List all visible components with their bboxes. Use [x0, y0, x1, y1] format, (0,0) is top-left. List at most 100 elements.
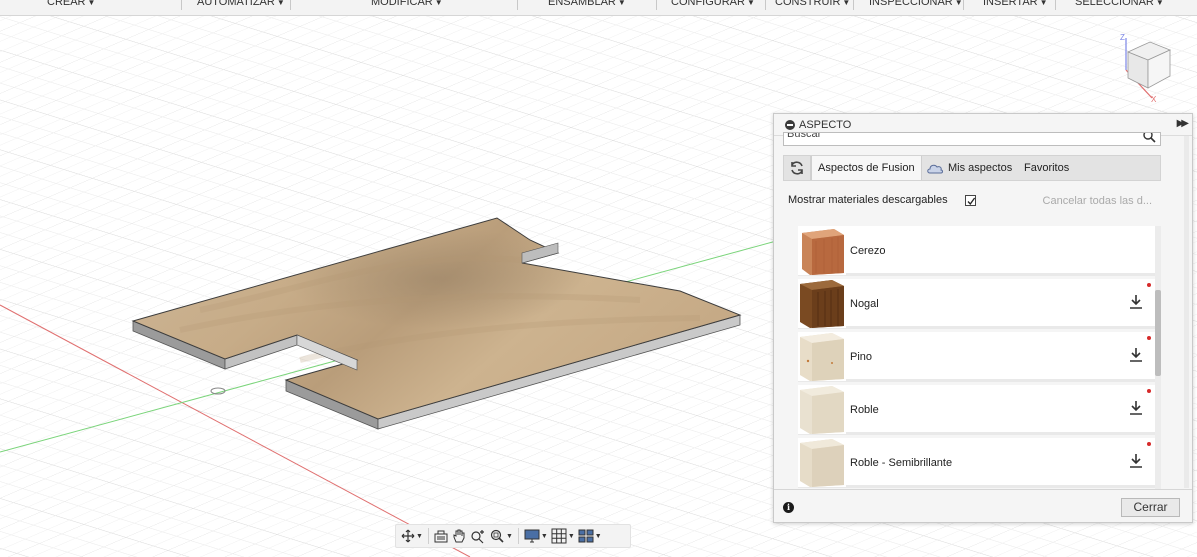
caret-down-icon: ▼: [505, 532, 513, 540]
caret-down-icon: ▼: [416, 532, 423, 540]
toolbar-separator: [1055, 0, 1056, 10]
toolbar-separator: [517, 0, 518, 10]
scrollbar-thumb[interactable]: [1155, 290, 1161, 376]
viewports-button[interactable]: ▼: [577, 526, 603, 546]
oak-wood-icon: [798, 386, 846, 434]
toolbar-separator: [765, 0, 766, 10]
cloud-icon: [927, 164, 943, 174]
cherry-wood-icon: [798, 227, 846, 275]
download-icon[interactable]: [1129, 453, 1143, 469]
caret-down-icon: ▼: [594, 532, 602, 540]
panel-footer: i Cerrar: [774, 489, 1192, 522]
material-name: Pino: [850, 351, 873, 363]
hand-icon: [453, 529, 465, 543]
menu-automatizar[interactable]: AUTOMATIZAR ▼: [197, 0, 285, 8]
search-box: [783, 132, 1161, 146]
caret-down-icon: ▼: [1039, 0, 1048, 7]
caret-down-icon: ▼: [954, 0, 963, 7]
close-button[interactable]: Cerrar: [1121, 498, 1180, 517]
display-settings-button[interactable]: ▼: [523, 526, 549, 546]
orbit-button[interactable]: ▼: [400, 526, 424, 546]
list-item[interactable]: Pino: [798, 332, 1155, 382]
toolbar-separator: [853, 0, 854, 10]
pine-wood-icon: [798, 333, 846, 381]
grid-icon: [551, 528, 567, 544]
panel-scrollbar[interactable]: [1184, 136, 1189, 488]
menu-seleccionar[interactable]: SELECCIONAR ▼: [1075, 0, 1164, 8]
download-icon[interactable]: [1129, 400, 1143, 416]
download-icon[interactable]: [1129, 294, 1143, 310]
show-downloadable-label: Mostrar materiales descargables: [788, 194, 948, 206]
caret-down-icon: ▼: [540, 532, 548, 540]
material-name: Roble: [850, 404, 879, 416]
toolbar-separator: [656, 0, 657, 10]
pan-button[interactable]: [450, 526, 468, 546]
toolbar-separator: [181, 0, 182, 10]
material-name: Cerezo: [850, 245, 886, 257]
list-scrollbar[interactable]: [1155, 226, 1161, 489]
notification-dot: [1147, 336, 1151, 340]
download-icon[interactable]: [1129, 347, 1143, 363]
caret-down-icon: ▼: [567, 532, 575, 540]
notification-dot: [1147, 283, 1151, 287]
caret-down-icon: ▼: [434, 0, 443, 7]
show-downloadable-checkbox[interactable]: [965, 195, 976, 206]
top-toolbar: CREAR ▼ AUTOMATIZAR ▼ MODIFICAR ▼ ENSAMBLAR…: [0, 0, 1197, 16]
zoom-button[interactable]: ▼: [488, 526, 514, 546]
list-item[interactable]: Roble: [798, 385, 1155, 435]
list-item[interactable]: Nogal: [798, 279, 1155, 329]
menu-configurar[interactable]: CONFIGURAR ▼: [671, 0, 755, 8]
menu-crear[interactable]: CREAR ▼: [47, 0, 95, 8]
nav-separator: [427, 528, 429, 544]
tab-fusion-appearances[interactable]: Aspectos de Fusion: [811, 156, 922, 180]
caret-down-icon: ▼: [842, 0, 851, 7]
material-name: Roble - Semibrillante: [850, 457, 953, 469]
zoom-window-button[interactable]: [469, 526, 487, 546]
caret-down-icon: ▼: [746, 0, 755, 7]
caret-down-icon: ▼: [617, 0, 626, 7]
caret-down-icon: ▼: [1155, 0, 1164, 7]
menu-modificar[interactable]: MODIFICAR ▼: [371, 0, 443, 8]
look-at-button[interactable]: [433, 526, 449, 546]
collapse-icon[interactable]: [785, 120, 795, 130]
notification-dot: [1147, 442, 1151, 446]
tab-my-appearances[interactable]: Mis aspectos: [948, 156, 1012, 180]
viewcube-z-label: Z: [1120, 33, 1125, 42]
zoom-icon: [490, 529, 504, 543]
notification-dot: [1147, 389, 1151, 393]
info-icon[interactable]: i: [783, 502, 794, 513]
library-tabs: Aspectos de Fusion Mis aspectos Favorito…: [783, 155, 1161, 181]
list-item[interactable]: Cerezo: [798, 226, 1155, 276]
navigation-bar: ▼ ▼ ▼ ▼ ▼: [395, 524, 631, 548]
caret-down-icon: ▼: [87, 0, 96, 7]
refresh-button[interactable]: [784, 156, 811, 180]
expand-arrows-icon[interactable]: ▶▶: [1177, 118, 1190, 129]
caret-down-icon: ▼: [276, 0, 285, 7]
tab-favorites[interactable]: Favoritos: [1024, 156, 1069, 180]
menu-insertar[interactable]: INSERTAR ▼: [983, 0, 1048, 8]
walnut-wood-icon: [798, 280, 846, 328]
viewports-icon: [578, 529, 594, 543]
panel-title: ASPECTO: [799, 119, 852, 131]
menu-inspeccionar[interactable]: INSPECCIONAR ▼: [869, 0, 963, 8]
nav-separator: [517, 528, 519, 544]
search-input[interactable]: [787, 133, 1127, 140]
refresh-icon: [791, 161, 803, 175]
toolbar-separator: [290, 0, 291, 10]
appearance-panel: ASPECTO ▶▶ Aspectos de Fusion Mis aspect…: [773, 113, 1193, 523]
toolbar-separator: [963, 0, 964, 10]
move-arrows-icon: [401, 529, 415, 543]
oak-semigloss-wood-icon: [798, 439, 846, 487]
search-icon[interactable]: [1142, 132, 1156, 143]
menu-ensamblar[interactable]: ENSAMBLAR ▼: [548, 0, 626, 8]
grid-settings-button[interactable]: ▼: [550, 526, 576, 546]
look-at-icon: [434, 530, 448, 543]
menu-construir[interactable]: CONSTRUIR ▼: [775, 0, 850, 8]
checkmark-icon: [967, 197, 976, 206]
list-item[interactable]: Roble - Semibrillante: [798, 438, 1155, 488]
monitor-icon: [524, 529, 540, 543]
cancel-all-downloads-link[interactable]: Cancelar todas las d...: [1043, 195, 1152, 207]
viewcube-x-label: X: [1151, 95, 1157, 104]
zoom-plus-icon: [471, 530, 484, 544]
viewcube[interactable]: Z X: [1110, 30, 1190, 105]
